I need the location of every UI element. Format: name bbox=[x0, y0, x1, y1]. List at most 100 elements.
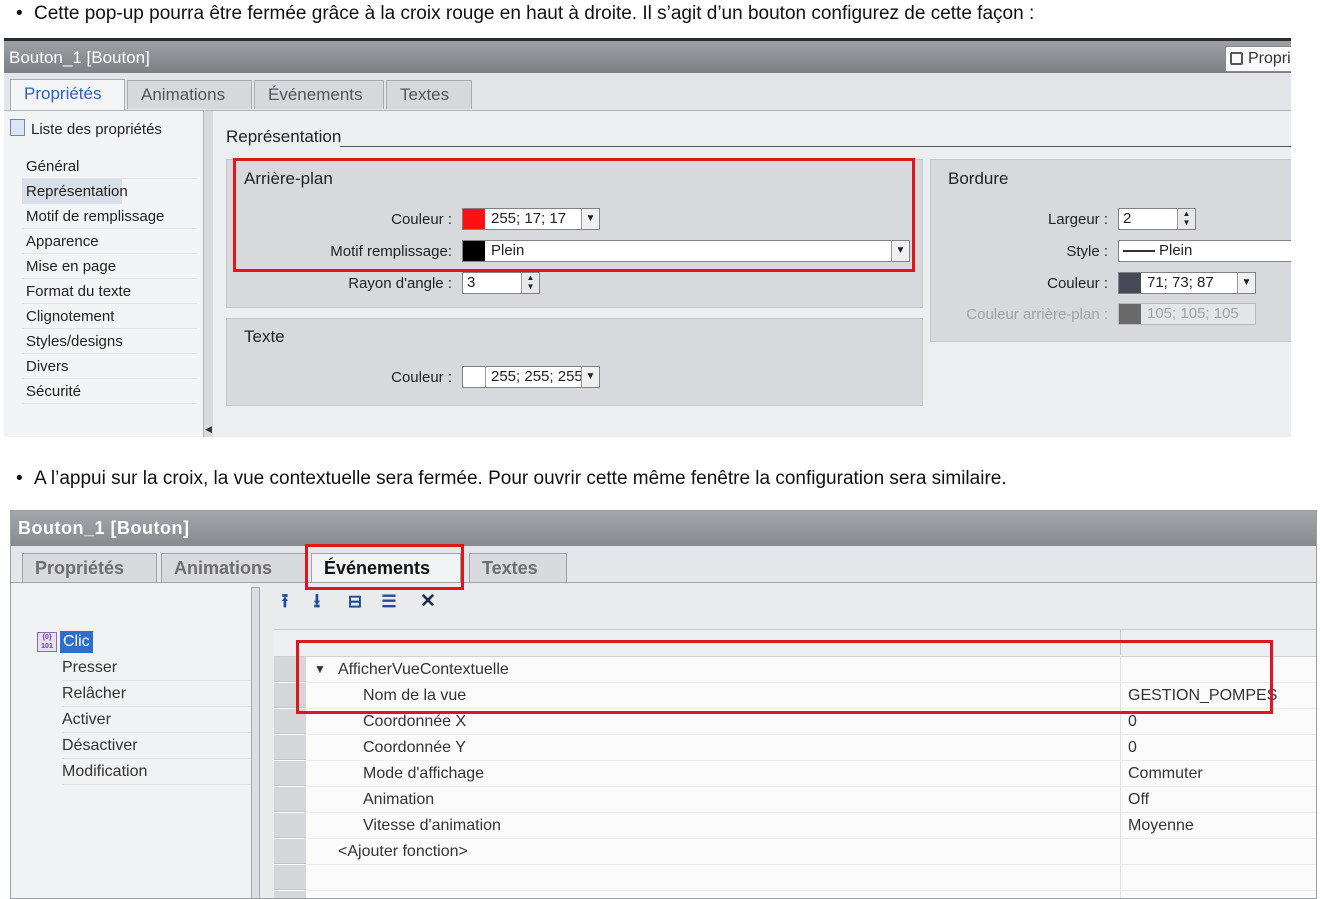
propri-tab[interactable]: Propri bbox=[1225, 46, 1291, 72]
row-header[interactable] bbox=[274, 865, 306, 890]
chevron-down-icon[interactable]: ▼ bbox=[581, 367, 599, 387]
border-style-field[interactable]: Plein bbox=[1118, 240, 1291, 262]
sidebar-item-apparence[interactable]: Apparence bbox=[22, 229, 197, 254]
property-list-sidebar: Liste des propriétés Général Représentat… bbox=[4, 111, 203, 437]
tab-textes[interactable]: Textes bbox=[469, 553, 567, 582]
text-color-field[interactable]: 255; 255; 255 ▼ bbox=[462, 366, 600, 388]
chevron-down-icon[interactable]: ▼ bbox=[1237, 273, 1255, 293]
event-presser[interactable]: Presser bbox=[62, 655, 252, 681]
panel-titlebar: Bouton_1 [Bouton] Propri bbox=[4, 38, 1291, 73]
panel-title: Bouton_1 [Bouton] bbox=[9, 48, 150, 67]
sidebar-item-styles-designs[interactable]: Styles/designs bbox=[22, 329, 197, 354]
add-function-row[interactable]: <Ajouter fonction> bbox=[306, 839, 1316, 865]
sidebar-item-motif-remplissage[interactable]: Motif de remplissage bbox=[22, 204, 197, 229]
row-header[interactable] bbox=[274, 839, 306, 864]
row-header[interactable] bbox=[274, 787, 306, 812]
scroll-left-icon[interactable]: ◀ bbox=[205, 424, 212, 435]
border-color-label: Couleur : bbox=[1047, 275, 1108, 292]
sidebar-item-representation[interactable]: Représentation bbox=[22, 179, 128, 204]
event-label: Relâcher bbox=[62, 685, 127, 702]
param-name: Animation bbox=[363, 791, 435, 808]
sidebar-item-divers[interactable]: Divers bbox=[22, 354, 197, 379]
add-function-label: <Ajouter fonction> bbox=[338, 843, 468, 860]
param-name: Mode d'affichage bbox=[363, 765, 485, 782]
param-value[interactable]: Commuter bbox=[1128, 761, 1203, 786]
sidebar-item-format-texte[interactable]: Format du texte bbox=[22, 279, 197, 304]
tab-evenements[interactable]: Événements bbox=[254, 80, 384, 109]
empty-row bbox=[306, 865, 1316, 891]
sidebar-item-clignotement[interactable]: Clignotement bbox=[22, 304, 197, 329]
delete-icon[interactable]: ✕ bbox=[417, 591, 439, 613]
border-color-value: 71; 73; 87 bbox=[1147, 274, 1214, 291]
row-header[interactable] bbox=[274, 735, 306, 760]
tab-animations-label: Animations bbox=[141, 85, 226, 104]
section-divider bbox=[340, 146, 1291, 147]
param-row[interactable]: Mode d'affichage Commuter bbox=[306, 761, 1316, 787]
event-label: Désactiver bbox=[62, 737, 138, 754]
texte-group bbox=[226, 318, 923, 406]
border-style-value: Plein bbox=[1159, 242, 1193, 259]
tab-proprietes[interactable]: Propriétés bbox=[10, 79, 125, 110]
border-bgcolor-swatch bbox=[1119, 304, 1141, 324]
sidebar-item-label: Format du texte bbox=[26, 283, 132, 300]
tab-animations[interactable]: Animations bbox=[161, 553, 307, 582]
row-header[interactable] bbox=[274, 761, 306, 786]
group-icon[interactable]: ⊟ bbox=[344, 591, 366, 613]
spinner-icon[interactable]: ▲ ▼ bbox=[1177, 209, 1195, 229]
tab-textes-label: Textes bbox=[482, 558, 538, 578]
bordure-title: Bordure bbox=[948, 169, 1009, 188]
bullet-2-text: A l’appui sur la croix, la vue contextue… bbox=[34, 468, 1007, 489]
param-name: Coordonnée Y bbox=[363, 739, 466, 756]
event-activer[interactable]: Activer bbox=[62, 707, 252, 733]
sidebar-scrollbar[interactable]: ◀ bbox=[203, 111, 213, 437]
row-header[interactable] bbox=[274, 813, 306, 838]
event-desactiver[interactable]: Désactiver bbox=[62, 733, 252, 759]
tab-proprietes[interactable]: Propriétés bbox=[22, 553, 157, 582]
param-value[interactable]: 0 bbox=[1128, 735, 1137, 760]
bullet-dot: • bbox=[16, 468, 23, 489]
move-down-icon[interactable]: ⭳ bbox=[306, 591, 328, 613]
line-style-icon bbox=[1123, 250, 1155, 252]
texte-title: Texte bbox=[244, 327, 285, 346]
properties-panel: Bouton_1 [Bouton] Propri Propriétés Anim… bbox=[4, 38, 1291, 437]
param-name: Vitesse d'animation bbox=[363, 817, 501, 834]
tab-animations[interactable]: Animations bbox=[127, 80, 252, 109]
sidebar-item-securite[interactable]: Sécurité bbox=[22, 379, 197, 404]
spinner-icon[interactable]: ▲ ▼ bbox=[521, 273, 539, 293]
sidebar-item-label: Représentation bbox=[26, 183, 128, 200]
param-row[interactable]: Coordonnée Y 0 bbox=[306, 735, 1316, 761]
sidebar-item-label: Styles/designs bbox=[26, 333, 123, 350]
sidebar-scrollbar[interactable] bbox=[251, 587, 260, 898]
param-value[interactable]: Off bbox=[1128, 787, 1149, 812]
text-color-value: 255; 255; 255 bbox=[491, 368, 583, 385]
bullet-dot: • bbox=[16, 3, 23, 24]
border-width-label: Largeur : bbox=[1047, 211, 1108, 228]
tab-animations-label: Animations bbox=[174, 558, 273, 578]
sidebar-item-label: Divers bbox=[26, 358, 69, 375]
corner-radius-label: Rayon d'angle : bbox=[348, 275, 452, 292]
param-value[interactable]: Moyenne bbox=[1128, 813, 1194, 838]
param-row[interactable]: Vitesse d'animation Moyenne bbox=[306, 813, 1316, 839]
list-icon[interactable]: ☰ bbox=[378, 591, 400, 613]
tab-textes[interactable]: Textes bbox=[386, 80, 472, 109]
param-row[interactable]: Animation Off bbox=[306, 787, 1316, 813]
border-bgcolor-field: 105; 105; 105 bbox=[1118, 303, 1256, 325]
row-header[interactable] bbox=[274, 891, 306, 898]
magnifier-icon bbox=[1230, 52, 1243, 65]
move-up-icon[interactable]: ⭱ bbox=[274, 591, 296, 613]
text-color-swatch bbox=[463, 367, 486, 387]
sidebar-item-mise-en-page[interactable]: Mise en page bbox=[22, 254, 197, 279]
sidebar-item-general[interactable]: Général bbox=[22, 154, 197, 179]
highlight-box bbox=[305, 544, 464, 590]
sidebar-item-label: Clignotement bbox=[26, 308, 115, 325]
bullet-text-1: • Cette pop-up pourra être fermée grâce à… bbox=[16, 3, 1034, 25]
tab-proprietes-label: Propriétés bbox=[35, 558, 125, 578]
border-width-value: 2 bbox=[1123, 210, 1132, 227]
event-label: Presser bbox=[62, 659, 118, 676]
corner-radius-field[interactable]: 3 ▲ ▼ bbox=[462, 272, 540, 294]
border-width-field[interactable]: 2 ▲ ▼ bbox=[1118, 208, 1196, 230]
event-modification[interactable]: Modification bbox=[62, 759, 252, 785]
border-color-field[interactable]: 71; 73; 87 ▼ bbox=[1118, 272, 1256, 294]
event-relacher[interactable]: Relâcher bbox=[62, 681, 252, 707]
border-color-swatch bbox=[1119, 273, 1141, 293]
